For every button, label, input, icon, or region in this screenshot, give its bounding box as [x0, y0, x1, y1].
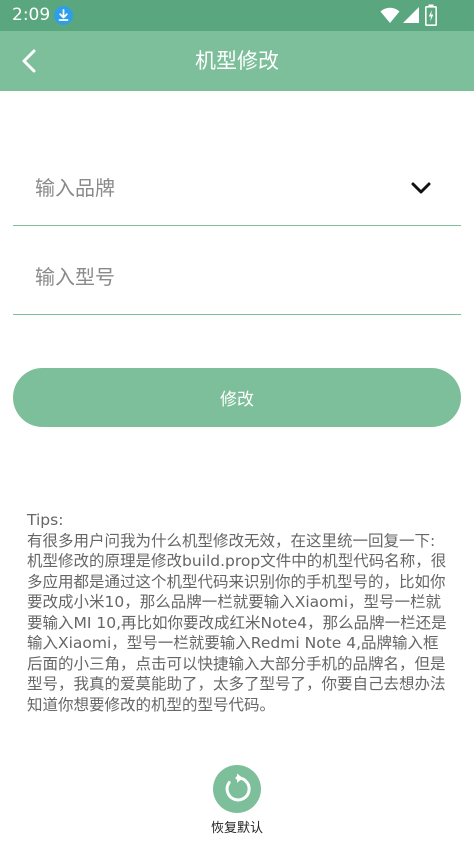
- modify-button[interactable]: 修改: [13, 368, 461, 427]
- download-icon: [54, 6, 73, 25]
- status-bar: 2:09: [0, 0, 474, 31]
- status-time: 2:09: [12, 5, 51, 25]
- page-title: 机型修改: [195, 49, 279, 73]
- brand-field: [13, 160, 461, 226]
- tips-text: Tips: 有很多用户问我为什么机型修改无效，在这里统一回复一下: 机型修改的原…: [27, 510, 447, 715]
- restore-icon: [225, 773, 251, 802]
- wifi-icon: [380, 6, 400, 24]
- toolbar: 机型修改: [0, 31, 474, 91]
- tips-body: 有很多用户问我为什么机型修改无效，在这里统一回复一下: 机型修改的原理是修改bu…: [27, 531, 447, 714]
- brand-input[interactable]: [13, 160, 461, 216]
- back-button[interactable]: [10, 41, 50, 81]
- restore-default-label: 恢复默认: [210, 821, 263, 836]
- battery-icon: [425, 4, 437, 26]
- model-input[interactable]: [13, 248, 461, 306]
- back-arrow-icon: [22, 49, 36, 73]
- signal-icon: [402, 6, 420, 24]
- tips-heading: Tips:: [27, 511, 64, 529]
- chevron-down-icon[interactable]: [409, 176, 433, 200]
- restore-default-button[interactable]: [213, 765, 261, 813]
- model-field: [13, 248, 461, 315]
